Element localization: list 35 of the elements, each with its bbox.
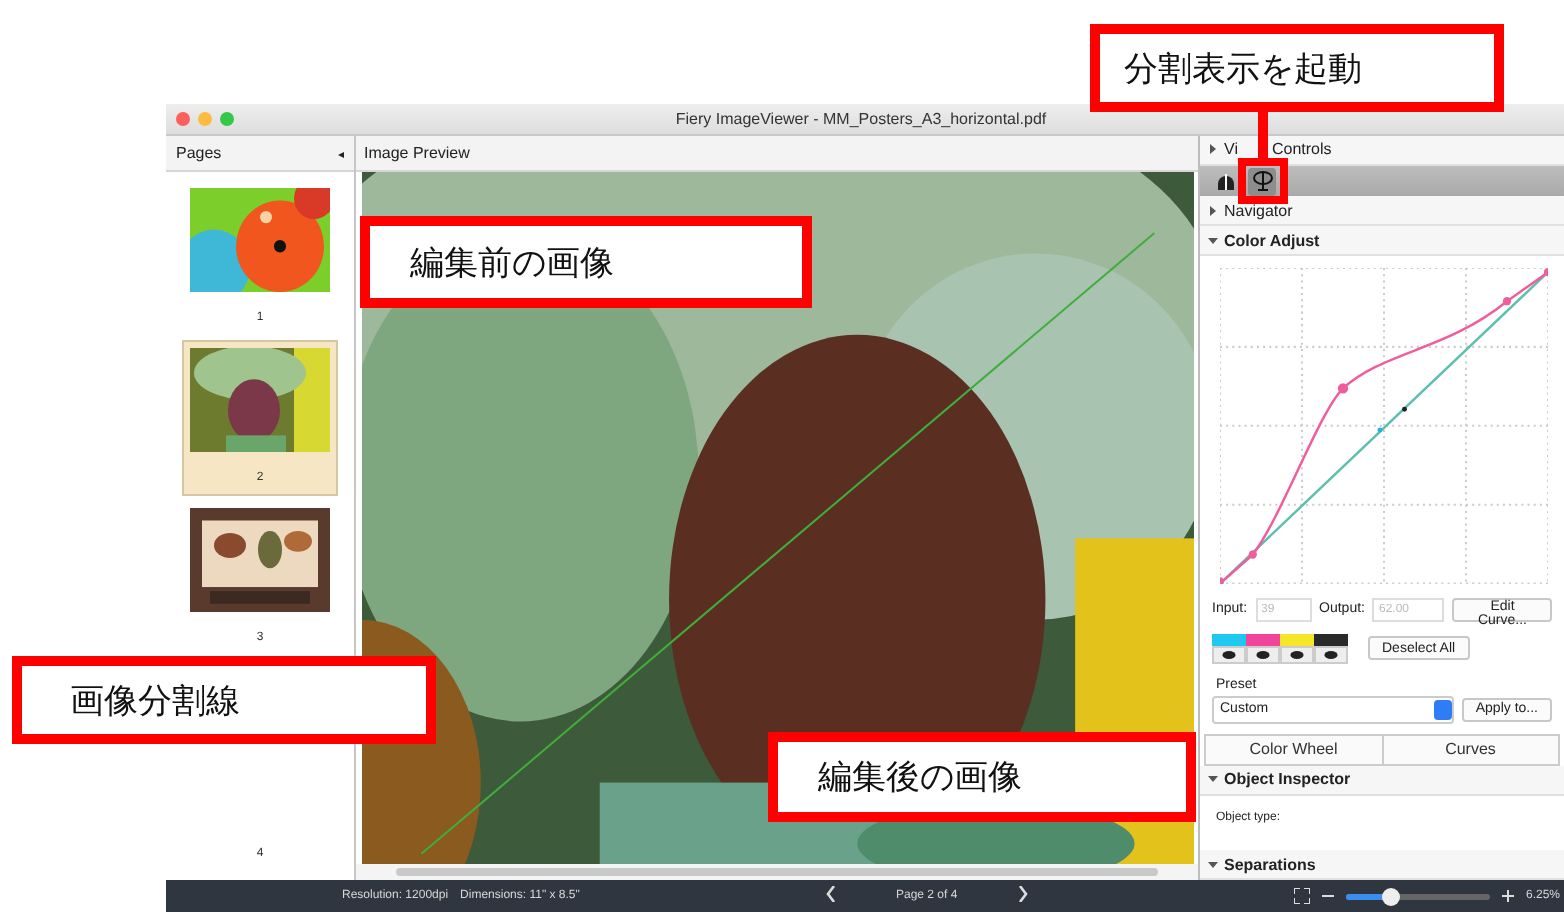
- section-header[interactable]: Separations: [1200, 850, 1564, 880]
- annotation-callout: 画像分割線: [12, 656, 436, 744]
- previous-page-button[interactable]: [822, 885, 840, 907]
- expanded-triangle-icon: [1208, 774, 1218, 785]
- minus-icon: [1321, 889, 1334, 901]
- fit-icon[interactable]: [1293, 888, 1310, 904]
- section-header[interactable]: Vi Controls: [1200, 136, 1564, 166]
- highlight-frame: [1238, 158, 1288, 204]
- next-page-button[interactable]: [1013, 885, 1032, 907]
- tab[interactable]: Color Wheel: [1206, 735, 1381, 764]
- zoom-in-button[interactable]: [1501, 885, 1514, 907]
- section-title: Separations: [1224, 855, 1316, 874]
- section-title: Vi: [1224, 140, 1238, 159]
- horizontal-scrollbar[interactable]: [396, 868, 1158, 876]
- zoom-slider[interactable]: [1345, 893, 1490, 899]
- annotation-callout: 編集後の画像: [768, 732, 1196, 822]
- section-title: Color Adjust: [1224, 231, 1320, 250]
- plus-icon: [1501, 889, 1514, 901]
- expanded-triangle-icon: [1208, 235, 1218, 246]
- section-title: Navigator: [1224, 201, 1293, 220]
- panel-title: Image Preview: [364, 144, 470, 162]
- section-title: Controls: [1271, 140, 1332, 159]
- section-title: Object Inspector: [1224, 770, 1351, 789]
- split-view-icon[interactable]: [1248, 167, 1276, 196]
- section-header[interactable]: Navigator: [1200, 196, 1564, 227]
- section-header[interactable]: Object Inspector: [1200, 765, 1564, 796]
- panel-title: Pages: [176, 144, 222, 162]
- section-header[interactable]: Color Adjust: [1200, 226, 1564, 257]
- expanded-triangle-icon: [1208, 859, 1218, 870]
- annotation-callout: 分割表示を起動: [1090, 24, 1504, 112]
- collapsed-triangle-icon: [1208, 205, 1218, 216]
- annotation-callout: 編集前の画像: [360, 216, 812, 308]
- tab[interactable]: Curves: [1381, 735, 1558, 764]
- collapsed-triangle-icon: [1208, 144, 1218, 155]
- window-title: Fiery ImageViewer - MM_Posters_A3_horizontal.pdf: [673, 110, 1049, 128]
